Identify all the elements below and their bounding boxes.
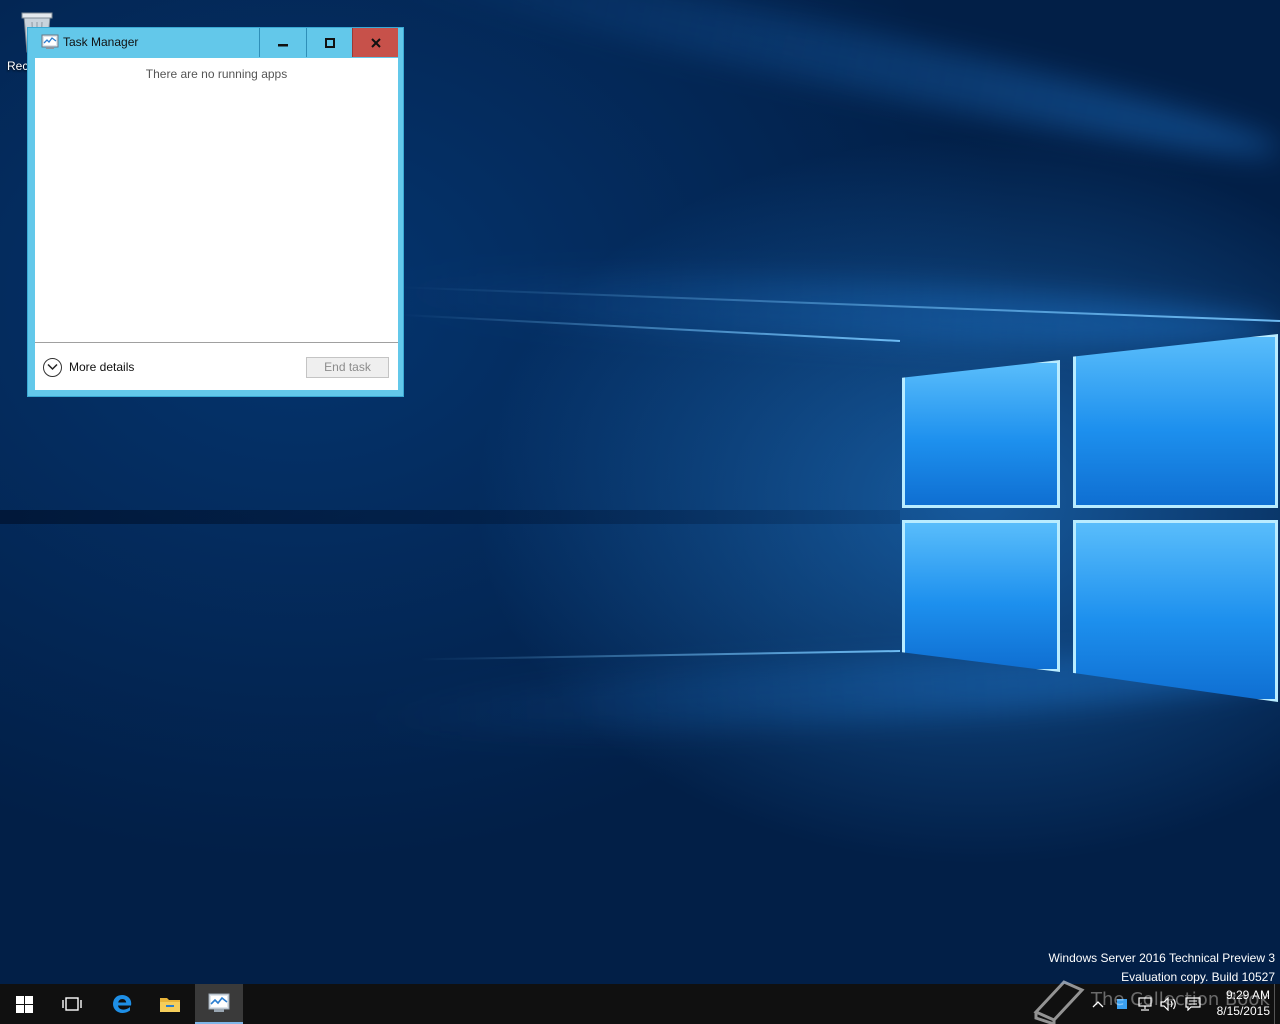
window-footer: More details End task (35, 342, 398, 390)
start-button[interactable] (0, 984, 48, 1024)
minimize-button[interactable] (259, 28, 305, 57)
logo-pane-top-left (902, 360, 1060, 508)
logo-pane-bottom-left (902, 520, 1060, 672)
more-details-toggle[interactable]: More details (43, 357, 134, 377)
os-watermark-line1: Windows Server 2016 Technical Preview 3 (1048, 951, 1275, 965)
task-manager-taskbar-button[interactable] (195, 984, 243, 1024)
empty-message: There are no running apps (145, 67, 288, 81)
windows-logo-icon (15, 995, 33, 1013)
window-title: Task Manager (63, 35, 139, 49)
book-watermark-icon (1033, 980, 1085, 1024)
minimize-icon (277, 43, 288, 46)
maximize-icon (324, 37, 335, 48)
task-manager-icon (41, 34, 59, 49)
edge-browser-icon (113, 995, 132, 1013)
more-details-label: More details (69, 360, 135, 374)
close-button[interactable] (352, 28, 398, 57)
file-explorer-button[interactable] (146, 984, 194, 1024)
app-list-panel: There are no running apps More details E… (35, 58, 398, 390)
logo-pane-bottom-right (1073, 520, 1278, 702)
task-manager-window: Task Manager There are no running apps M… (27, 27, 404, 397)
task-view-icon (62, 997, 82, 1011)
end-task-button[interactable]: End task (306, 357, 389, 378)
folder-icon (160, 998, 180, 1012)
chevron-down-icon (43, 357, 62, 377)
close-icon (370, 37, 381, 48)
task-manager-icon (208, 993, 230, 1012)
book-watermark-text: The Collection Book (1091, 989, 1270, 1010)
title-bar[interactable]: Task Manager (28, 28, 403, 57)
maximize-button[interactable] (306, 28, 352, 57)
logo-pane-top-right (1073, 334, 1278, 508)
edge-button[interactable] (98, 984, 146, 1024)
task-view-button[interactable] (48, 984, 96, 1024)
show-desktop-button[interactable] (1274, 984, 1280, 1024)
desktop-icon-label: Rec (7, 59, 29, 73)
